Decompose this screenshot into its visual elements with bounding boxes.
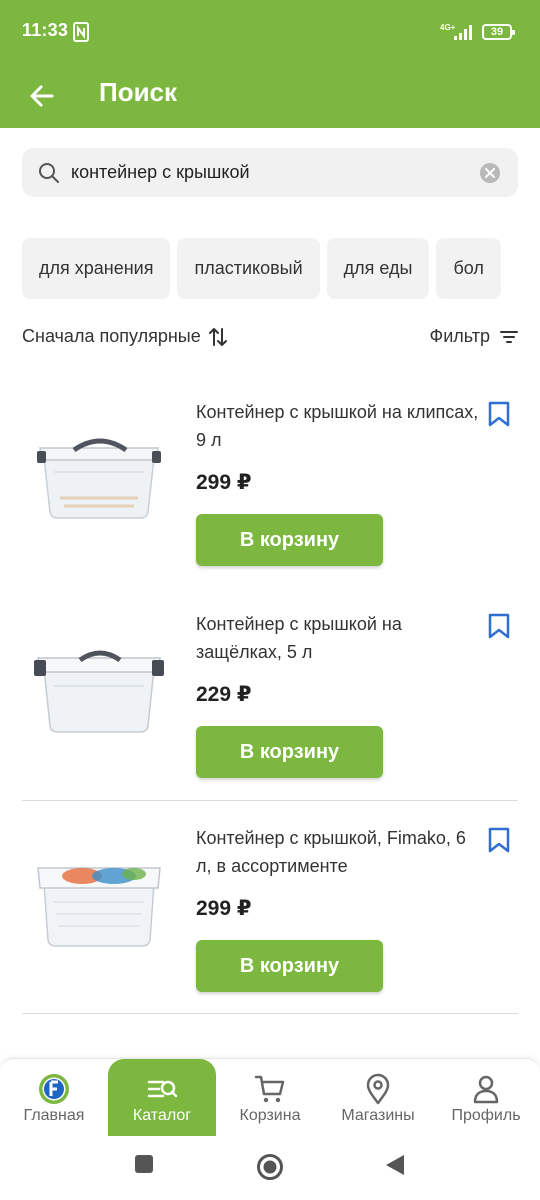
system-nav-bar: [0, 1136, 540, 1200]
product-image: [37, 438, 161, 519]
bookmark-icon: [488, 827, 510, 853]
nav-label: Каталог: [132, 1107, 192, 1124]
product-name[interactable]: Контейнер с крышкой на клипсах, 9 л: [196, 398, 486, 454]
status-time: 11:33: [22, 20, 69, 40]
filter-icon: [500, 330, 518, 343]
sort-icon: [208, 327, 227, 346]
search-input[interactable]: [71, 148, 471, 197]
search-icon: [39, 163, 59, 183]
product-price: 229 ₽: [196, 683, 252, 706]
signal-icon: 4G+: [440, 22, 474, 47]
nav-item-home[interactable]: Главная: [0, 1059, 108, 1137]
bottom-nav: Главная Каталог Корзина Магазины Профиль: [0, 1058, 540, 1137]
catalog-icon: [147, 1080, 178, 1098]
network-type: 4G+: [440, 23, 456, 32]
nav-item-cart[interactable]: Корзина: [216, 1059, 324, 1137]
sort-button[interactable]: Сначала популярные: [22, 326, 227, 347]
nfc-icon: [73, 22, 89, 47]
chip[interactable]: пластиковый: [177, 238, 320, 299]
nav-label: Профиль: [451, 1107, 521, 1124]
clear-search-button[interactable]: [480, 163, 500, 183]
home-button[interactable]: [256, 1153, 284, 1181]
product-name[interactable]: Контейнер с крышкой, Fimako, 6 л, в ассо…: [196, 824, 486, 880]
product-price: 299 ₽: [196, 471, 252, 494]
chip[interactable]: для хранения: [22, 238, 171, 299]
product-card[interactable]: Контейнер с крышкой на защёлках, 5 л 229…: [22, 590, 518, 802]
profile-icon: [473, 1075, 499, 1104]
map-pin-icon: [366, 1073, 390, 1105]
bookmark-icon: [488, 401, 510, 427]
cart-icon: [254, 1075, 285, 1103]
nav-item-stores[interactable]: Магазины: [324, 1059, 432, 1137]
filter-button[interactable]: Фильтр: [430, 326, 518, 347]
divider: [22, 1013, 518, 1014]
product-name[interactable]: Контейнер с крышкой на защёлках, 5 л: [196, 610, 486, 666]
sort-filter-row: Сначала популярные Фильтр: [22, 326, 518, 352]
nav-label: Главная: [23, 1107, 85, 1124]
bookmark-button[interactable]: [486, 826, 518, 858]
divider: [22, 800, 518, 801]
recent-apps-button[interactable]: [134, 1154, 154, 1174]
product-image: [37, 867, 161, 947]
bookmark-button[interactable]: [486, 612, 518, 644]
back-nav-button[interactable]: [384, 1154, 406, 1176]
add-to-cart-button[interactable]: В корзину: [196, 940, 383, 992]
add-to-cart-button[interactable]: В корзину: [196, 726, 383, 778]
suggestion-chips: для хранения пластиковый для еды бол: [22, 238, 540, 300]
close-icon: [485, 168, 495, 178]
chip[interactable]: для еды: [326, 238, 430, 299]
arrow-left-icon: [30, 85, 54, 107]
search-box: [22, 148, 518, 197]
chip[interactable]: бол: [436, 238, 501, 299]
product-image: [34, 650, 164, 733]
nav-item-catalog[interactable]: Каталог: [108, 1059, 216, 1137]
add-to-cart-button[interactable]: В корзину: [196, 514, 383, 566]
product-price: 299 ₽: [196, 897, 252, 920]
nav-label: Магазины: [341, 1107, 415, 1124]
bookmark-icon: [488, 613, 510, 639]
bookmark-button[interactable]: [486, 400, 518, 432]
sort-label: Сначала популярные: [22, 326, 201, 346]
nav-label: Корзина: [239, 1107, 301, 1124]
back-button[interactable]: [20, 74, 64, 118]
status-bar: 11:33 4G+ 39: [0, 0, 540, 64]
home-logo-icon: [39, 1074, 69, 1104]
nav-item-profile[interactable]: Профиль: [432, 1059, 540, 1137]
filter-label: Фильтр: [429, 326, 490, 346]
product-card[interactable]: Контейнер с крышкой, Fimako, 6 л, в ассо…: [22, 804, 518, 1016]
battery-icon: 39: [482, 24, 515, 40]
product-card[interactable]: Контейнер с крышкой на клипсах, 9 л 299 …: [22, 378, 518, 590]
app-bar: Поиск: [0, 64, 540, 128]
page-title: Поиск: [99, 77, 178, 107]
